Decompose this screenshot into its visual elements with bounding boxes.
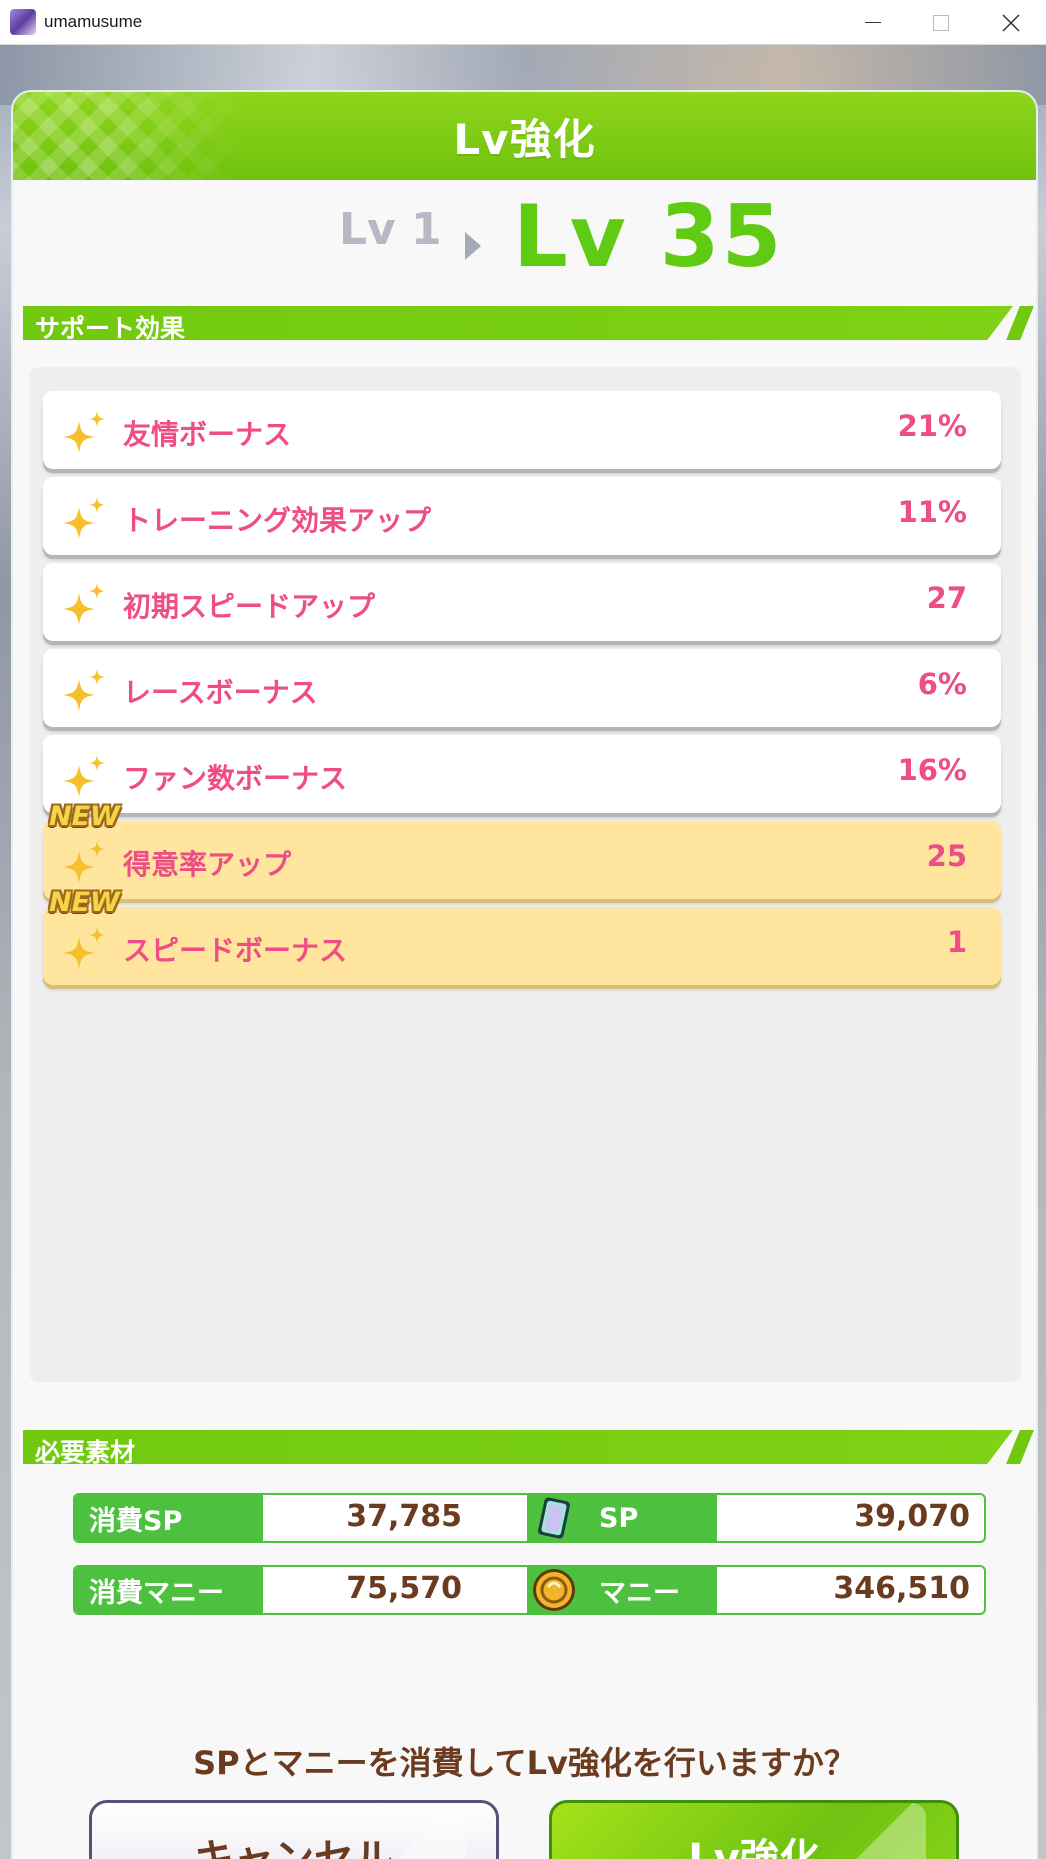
money-cost-value: 75,570 <box>346 1571 462 1606</box>
section-divider-slash <box>1006 306 1034 340</box>
app-icon <box>10 9 36 35</box>
sparkle-icon <box>63 411 105 453</box>
effect-name: 得意率アップ <box>123 848 292 881</box>
sparkle-icon <box>63 841 105 883</box>
header-pattern <box>13 92 243 180</box>
support-effects-header: サポート効果 <box>23 306 1013 340</box>
sparkle-icon <box>63 755 105 797</box>
window-title: umamusume <box>44 12 143 31</box>
effect-row: 初期スピードアップ 27 <box>43 563 1001 641</box>
level-up-confirm-button[interactable]: Lv強化 <box>549 1800 959 1859</box>
confirm-question: SPとマニーを消費してLv強化を行いますか？ <box>193 1744 856 1782</box>
confirm-button-label: Lv強化 <box>688 1836 820 1859</box>
minimize-button[interactable] <box>838 0 908 45</box>
new-badge: NEW <box>49 887 120 918</box>
effect-row: 友情ボーナス 21% <box>43 391 1001 469</box>
coin-icon <box>533 1569 575 1611</box>
effect-name: 友情ボーナス <box>123 418 292 451</box>
dialog-title: Lv強化 <box>453 114 596 164</box>
sparkle-icon <box>63 583 105 625</box>
effect-value: 25 <box>926 839 967 873</box>
cancel-button-label: キャンセル <box>194 1836 394 1859</box>
window-titlebar: umamusume <box>0 0 1046 45</box>
materials-label: 必要素材 <box>35 1438 136 1467</box>
sp-card-icon <box>538 1497 570 1539</box>
effect-name: スピードボーナス <box>123 934 348 967</box>
dialog-header: Lv強化 <box>13 92 1036 180</box>
cancel-button[interactable]: キャンセル <box>89 1800 499 1859</box>
effect-row: レースボーナス 6% <box>43 649 1001 727</box>
effect-row-new: NEW スピードボーナス 1 <box>43 887 1001 985</box>
maximize-button[interactable] <box>906 0 976 45</box>
section-divider-slash <box>1006 1430 1034 1464</box>
effect-value: 27 <box>926 581 967 615</box>
close-icon <box>1002 13 1020 32</box>
effect-value: 1 <box>946 925 967 959</box>
sp-owned-value: 39,070 <box>854 1499 970 1534</box>
effect-row-new: NEW 得意率アップ 25 <box>43 801 1001 899</box>
sparkle-icon <box>63 669 105 711</box>
money-cost-label: 消費マニー <box>75 1567 263 1613</box>
effect-row: ファン数ボーナス 16% <box>43 735 1001 813</box>
effect-name: トレーニング効果アップ <box>123 504 432 537</box>
effect-value: 6% <box>917 667 967 701</box>
materials-header: 必要素材 <box>23 1430 1013 1464</box>
sparkle-icon <box>63 497 105 539</box>
support-effects-label: サポート効果 <box>35 314 186 343</box>
sp-row: 消費SP 37,785 SP 39,070 <box>73 1493 986 1543</box>
effect-name: ファン数ボーナス <box>123 762 348 795</box>
arrow-right-icon <box>465 232 481 260</box>
money-row: 消費マニー 75,570 マニー 346,510 <box>73 1565 986 1615</box>
new-badge: NEW <box>49 801 120 832</box>
money-owned-value: 346,510 <box>833 1571 970 1606</box>
effects-list[interactable]: 友情ボーナス 21% トレーニング効果アップ 11% 初期スピードアップ 27 … <box>29 367 1021 1382</box>
target-level: Lv 35 <box>513 187 784 287</box>
effect-row: トレーニング効果アップ 11% <box>43 477 1001 555</box>
effect-name: 初期スピードアップ <box>123 590 376 623</box>
current-level: Lv 1 <box>339 204 442 255</box>
effect-value: 21% <box>897 409 967 443</box>
sp-cost-label: 消費SP <box>75 1495 263 1541</box>
effect-name: レースボーナス <box>123 676 318 709</box>
sparkle-icon <box>63 927 105 969</box>
level-up-dialog: Lv強化 Lv 1 Lv 35 サポート効果 友情ボーナス 21% トレーニング… <box>13 92 1036 1859</box>
sp-cost-value: 37,785 <box>346 1499 462 1534</box>
button-sheen <box>816 1803 926 1859</box>
effect-value: 16% <box>897 753 967 787</box>
effect-value: 11% <box>897 495 967 529</box>
close-button[interactable] <box>976 0 1046 45</box>
